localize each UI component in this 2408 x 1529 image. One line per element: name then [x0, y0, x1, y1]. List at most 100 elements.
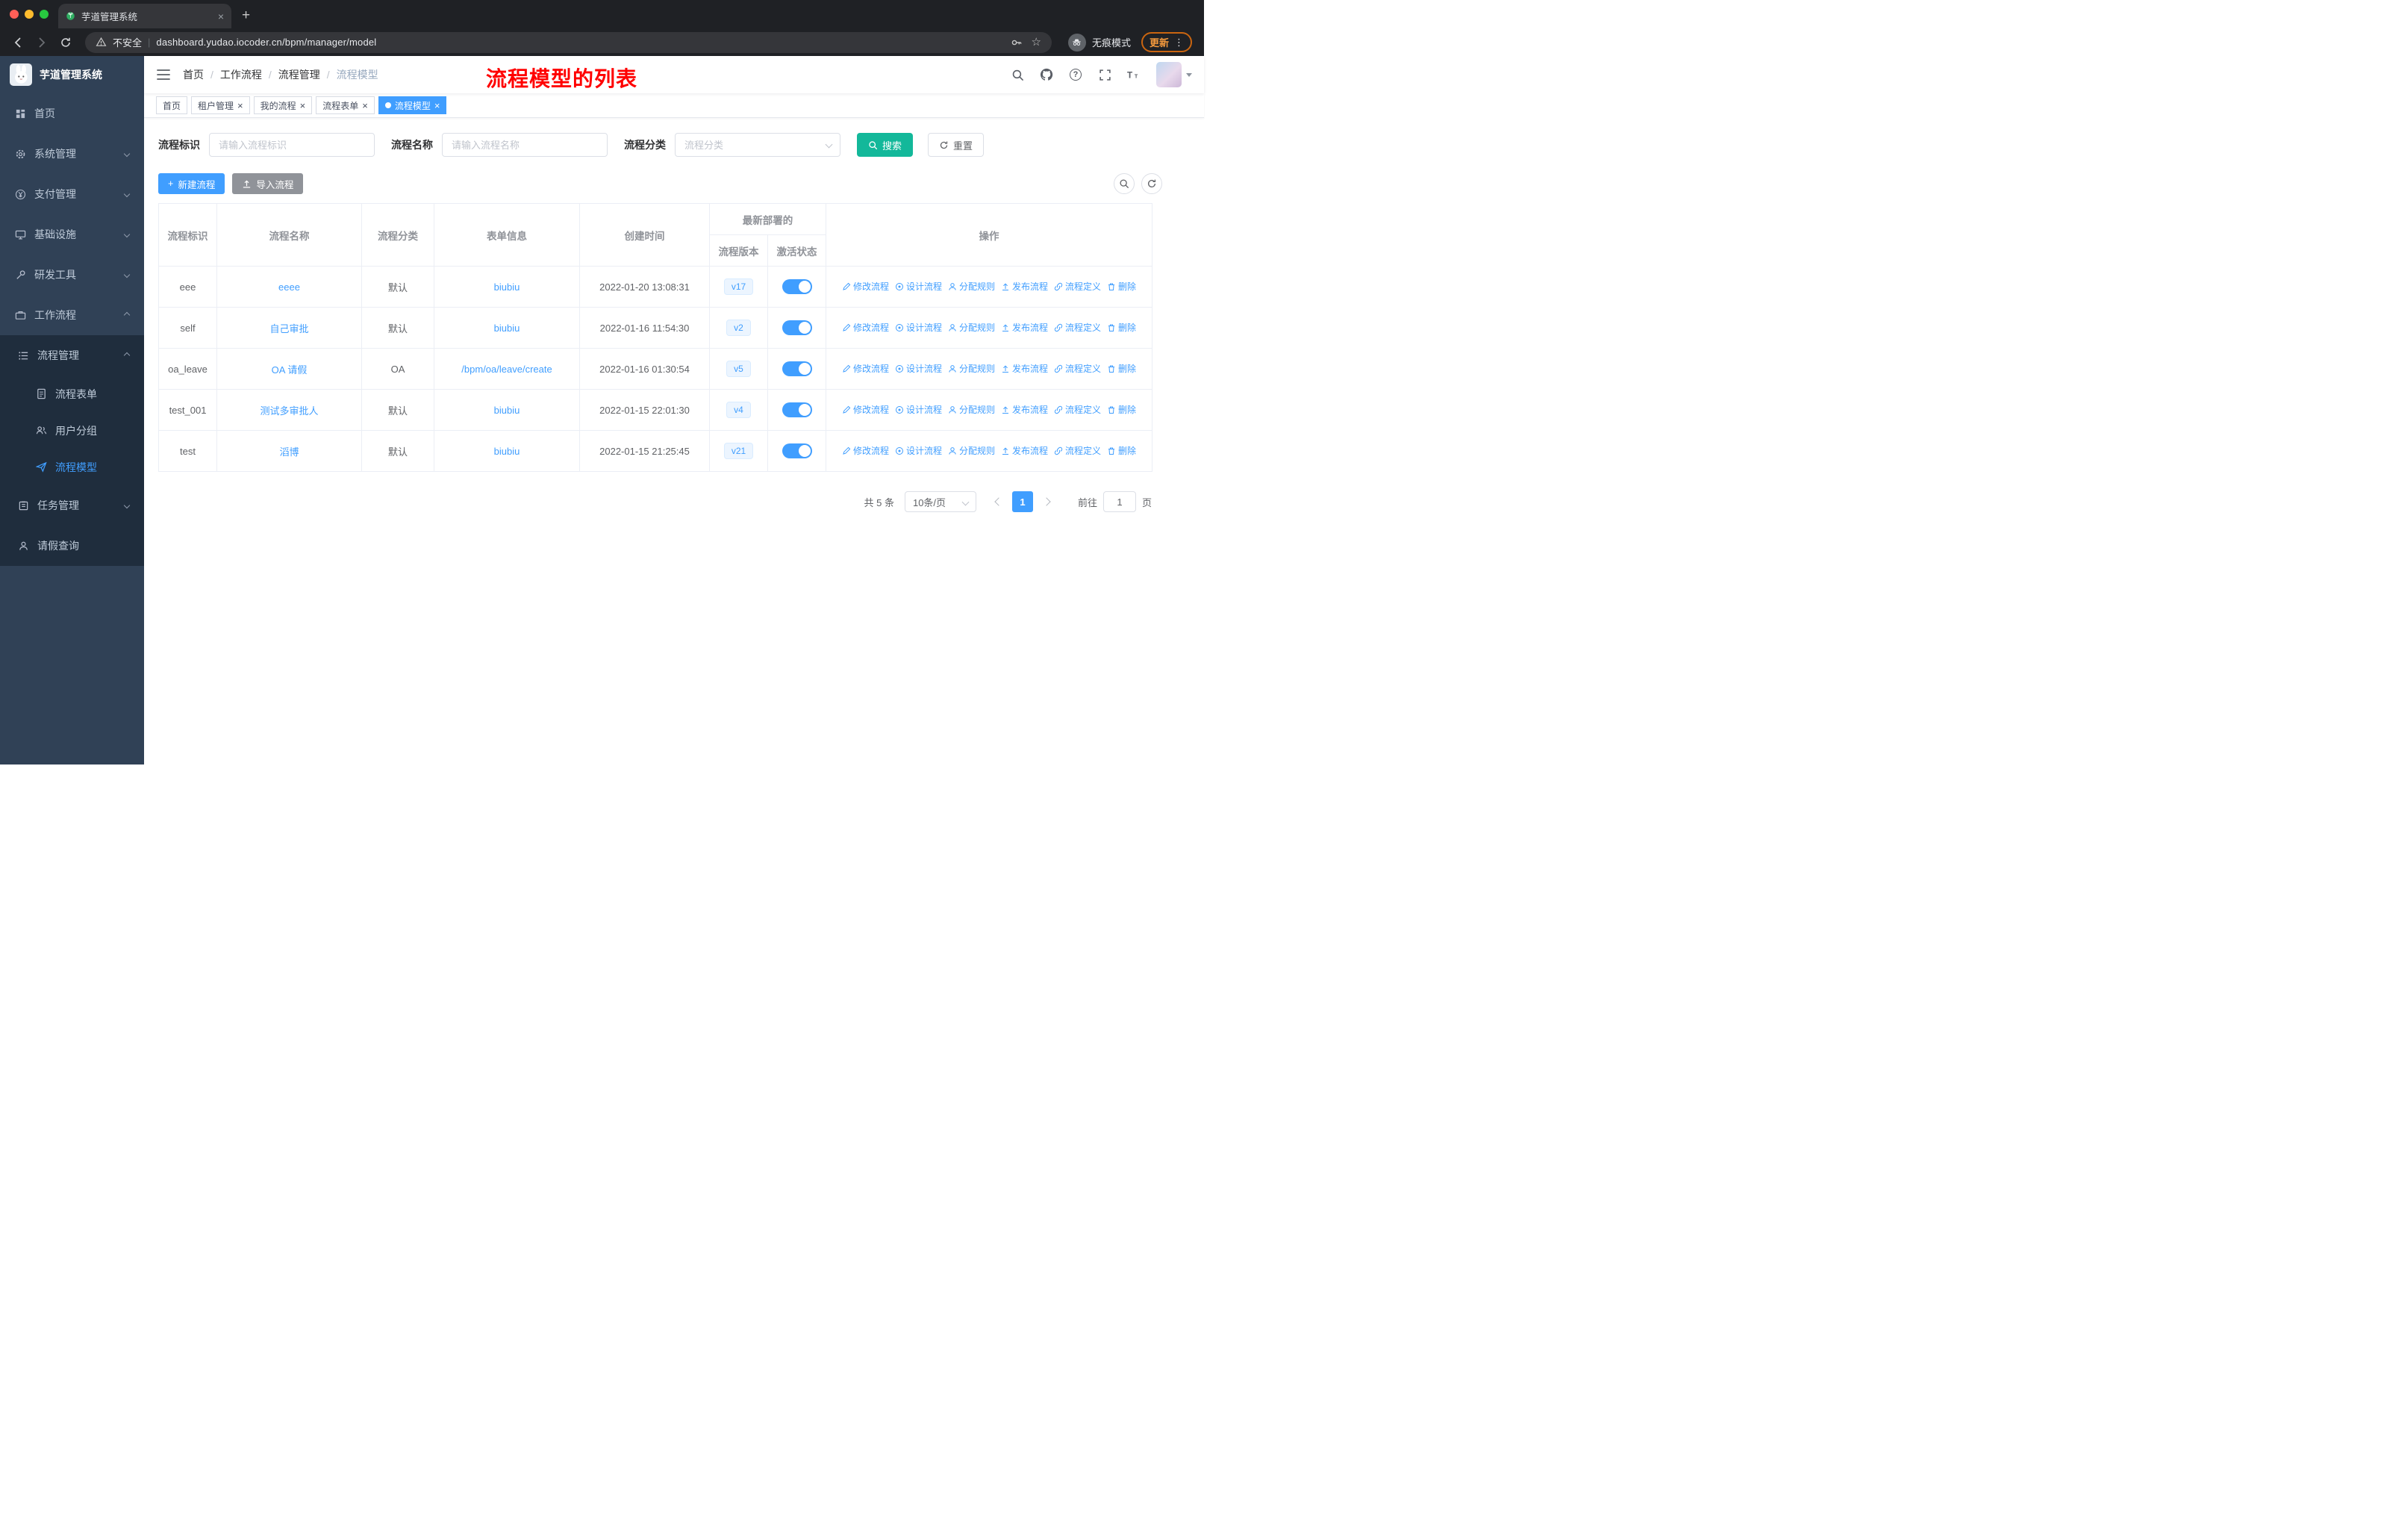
refresh-table-button[interactable]: [1141, 173, 1162, 194]
browser-update-button[interactable]: 更新 ⋮: [1141, 32, 1192, 52]
action-modify-link[interactable]: 修改流程: [842, 321, 889, 334]
action-publish-link[interactable]: 发布流程: [1001, 403, 1048, 416]
action-design-link[interactable]: 设计流程: [895, 362, 942, 375]
action-modify-link[interactable]: 修改流程: [842, 280, 889, 293]
process-name-link[interactable]: 自己审批: [269, 323, 308, 334]
action-assign-rule-link[interactable]: 分配规则: [948, 321, 995, 334]
action-assign-rule-link[interactable]: 分配规则: [948, 362, 995, 375]
sidebar-item-system-mgmt[interactable]: 系统管理: [0, 134, 144, 174]
help-icon[interactable]: ?: [1069, 68, 1082, 81]
password-key-icon[interactable]: [1011, 37, 1023, 49]
form-info-link[interactable]: biubiu: [494, 446, 520, 457]
active-toggle[interactable]: [782, 279, 812, 294]
form-info-link[interactable]: biubiu: [494, 323, 520, 334]
action-publish-link[interactable]: 发布流程: [1001, 362, 1048, 375]
user-avatar[interactable]: [1156, 62, 1192, 87]
tag-close-icon[interactable]: ×: [300, 101, 306, 110]
action-publish-link[interactable]: 发布流程: [1001, 444, 1048, 457]
sidebar-item-infrastructure[interactable]: 基础设施: [0, 214, 144, 255]
browser-menu-icon[interactable]: ⋮: [1174, 37, 1184, 49]
window-minimize-button[interactable]: [25, 10, 34, 19]
action-modify-link[interactable]: 修改流程: [842, 444, 889, 457]
reload-icon[interactable]: [55, 32, 76, 53]
tag-process-model[interactable]: 流程模型 ×: [378, 96, 447, 114]
goto-page-input[interactable]: [1102, 491, 1136, 512]
form-info-link[interactable]: biubiu: [494, 281, 520, 293]
prev-page-button[interactable]: [988, 491, 1009, 512]
action-delete-link[interactable]: 删除: [1107, 280, 1136, 293]
tag-process-form[interactable]: 流程表单 ×: [316, 96, 375, 114]
action-delete-link[interactable]: 删除: [1107, 403, 1136, 416]
process-id-input[interactable]: [209, 133, 375, 157]
form-info-link[interactable]: /bpm/oa/leave/create: [461, 364, 552, 375]
active-toggle[interactable]: [782, 361, 812, 376]
action-publish-link[interactable]: 发布流程: [1001, 280, 1048, 293]
action-design-link[interactable]: 设计流程: [895, 444, 942, 457]
process-category-select[interactable]: [675, 133, 840, 157]
action-assign-rule-link[interactable]: 分配规则: [948, 280, 995, 293]
active-toggle[interactable]: [782, 443, 812, 458]
sidebar-item-devtools[interactable]: 研发工具: [0, 255, 144, 295]
security-label[interactable]: 不安全: [113, 35, 142, 49]
tag-tenant-mgmt[interactable]: 租户管理 ×: [191, 96, 250, 114]
action-publish-link[interactable]: 发布流程: [1001, 321, 1048, 334]
app-logo-row[interactable]: 芋道管理系统: [0, 56, 144, 93]
font-size-icon[interactable]: TT: [1127, 68, 1141, 81]
breadcrumb-home[interactable]: 首页: [183, 67, 204, 82]
sidebar-item-home[interactable]: 首页: [0, 93, 144, 134]
sidebar-item-leave-query[interactable]: 请假查询: [0, 526, 144, 566]
action-design-link[interactable]: 设计流程: [895, 403, 942, 416]
action-definition-link[interactable]: 流程定义: [1054, 403, 1101, 416]
browser-tab[interactable]: 芋道管理系统 ×: [58, 4, 231, 28]
window-close-button[interactable]: [10, 10, 19, 19]
action-delete-link[interactable]: 删除: [1107, 321, 1136, 334]
sidebar-item-process-mgmt[interactable]: 流程管理: [0, 335, 144, 376]
search-button[interactable]: 搜索: [857, 133, 914, 157]
github-icon[interactable]: [1040, 68, 1053, 81]
url-text[interactable]: dashboard.yudao.iocoder.cn/bpm/manager/m…: [156, 37, 1004, 48]
action-definition-link[interactable]: 流程定义: [1054, 321, 1101, 334]
tab-close-icon[interactable]: ×: [218, 10, 224, 22]
sidebar-item-process-form[interactable]: 流程表单: [0, 376, 144, 412]
process-name-link[interactable]: 滔博: [279, 446, 299, 458]
action-design-link[interactable]: 设计流程: [895, 321, 942, 334]
action-delete-link[interactable]: 删除: [1107, 362, 1136, 375]
window-zoom-button[interactable]: [40, 10, 49, 19]
search-icon[interactable]: [1011, 68, 1024, 81]
sidebar-item-task-mgmt[interactable]: 任务管理: [0, 485, 144, 526]
active-toggle[interactable]: [782, 320, 812, 335]
active-toggle[interactable]: [782, 402, 812, 417]
action-definition-link[interactable]: 流程定义: [1054, 280, 1101, 293]
sidebar-item-payment-mgmt[interactable]: 支付管理: [0, 174, 144, 214]
action-assign-rule-link[interactable]: 分配规则: [948, 403, 995, 416]
toggle-search-button[interactable]: [1114, 173, 1135, 194]
breadcrumb-process-mgmt[interactable]: 流程管理: [278, 67, 320, 82]
process-name-link[interactable]: eeee: [278, 281, 300, 293]
action-assign-rule-link[interactable]: 分配规则: [948, 444, 995, 457]
forward-icon[interactable]: [31, 32, 52, 53]
action-modify-link[interactable]: 修改流程: [842, 403, 889, 416]
fullscreen-icon[interactable]: [1098, 68, 1111, 81]
breadcrumb-workflow[interactable]: 工作流程: [220, 67, 262, 82]
action-modify-link[interactable]: 修改流程: [842, 362, 889, 375]
action-delete-link[interactable]: 删除: [1107, 444, 1136, 457]
sidebar-item-workflow[interactable]: 工作流程: [0, 295, 144, 335]
create-process-button[interactable]: + 新建流程: [158, 173, 225, 194]
import-process-button[interactable]: 导入流程: [232, 173, 304, 194]
form-info-link[interactable]: biubiu: [494, 405, 520, 416]
tag-close-icon[interactable]: ×: [434, 101, 440, 110]
process-name-link[interactable]: 测试多审批人: [260, 405, 318, 417]
back-icon[interactable]: [7, 32, 28, 53]
tag-my-process[interactable]: 我的流程 ×: [253, 96, 313, 114]
address-bar[interactable]: 不安全 | dashboard.yudao.iocoder.cn/bpm/man…: [85, 31, 1052, 53]
action-definition-link[interactable]: 流程定义: [1054, 444, 1101, 457]
process-name-link[interactable]: OA 请假: [272, 364, 308, 376]
reset-button[interactable]: 重置: [928, 133, 985, 157]
bookmark-star-icon[interactable]: ☆: [1032, 37, 1041, 48]
sidebar-item-user-group[interactable]: 用户分组: [0, 412, 144, 449]
current-page-button[interactable]: 1: [1011, 491, 1033, 512]
action-definition-link[interactable]: 流程定义: [1054, 362, 1101, 375]
hamburger-icon[interactable]: [156, 67, 171, 82]
tag-close-icon[interactable]: ×: [362, 101, 368, 110]
sidebar-item-process-model[interactable]: 流程模型: [0, 449, 144, 485]
